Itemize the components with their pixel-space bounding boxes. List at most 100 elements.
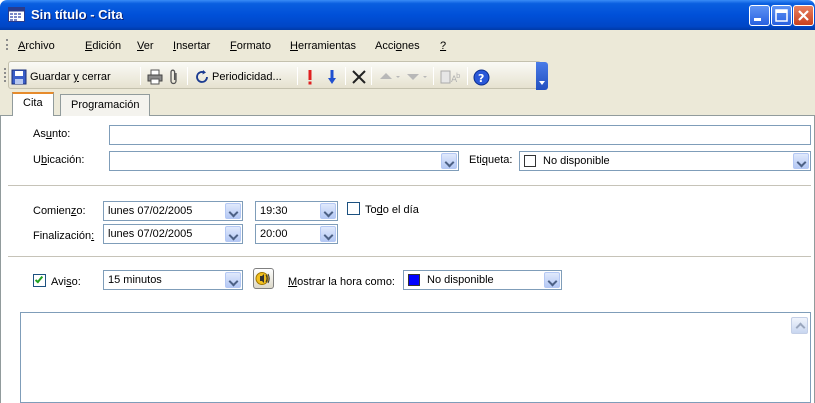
label-text: Finalización <box>33 230 92 242</box>
recurrence-post: ... <box>272 71 282 83</box>
toolbar-separator <box>433 67 434 85</box>
start-label: Comienzo: <box>33 205 86 217</box>
reminder-combo[interactable]: 15 minutos <box>103 270 243 290</box>
menu-label: nsertar <box>176 40 211 52</box>
end-date-dropdown-button[interactable] <box>225 226 241 242</box>
menu-edicion[interactable]: Edición <box>85 40 121 52</box>
label-text: ueta: <box>487 154 513 166</box>
menu-archivo[interactable]: Archivo <box>18 40 55 52</box>
recurrence-button[interactable]: Periodicidad... <box>194 67 282 87</box>
help-icon: ? <box>473 69 490 85</box>
label-value: No disponible <box>543 155 610 167</box>
scroll-up-button[interactable] <box>791 317 808 334</box>
menu-insertar[interactable]: Insertar <box>173 40 210 52</box>
label-field-label: Etiqueta: <box>469 154 512 166</box>
label-text: o: <box>71 276 81 288</box>
reminder-dropdown-button[interactable] <box>225 272 241 288</box>
print-button[interactable] <box>147 67 163 87</box>
save-close-button[interactable]: Guardar y cerrar <box>11 67 111 87</box>
minimize-icon <box>754 18 761 21</box>
close-button[interactable] <box>793 5 814 26</box>
label-text: U <box>33 154 41 166</box>
end-time-combo[interactable]: 20:00 <box>255 224 338 244</box>
recurrence-pre: Periodicidad <box>212 71 273 83</box>
show-time-as-dropdown-button[interactable] <box>544 272 560 288</box>
menubar-grip[interactable] <box>6 39 8 50</box>
label-text: Eti <box>469 154 482 166</box>
label-accel: : <box>91 230 95 242</box>
notes-textarea[interactable] <box>20 312 811 403</box>
menu-help[interactable]: ? <box>440 40 446 52</box>
reminder-sound-button[interactable] <box>253 268 274 289</box>
label-text: Comien <box>33 205 71 217</box>
toolbar-separator <box>371 67 372 85</box>
start-date-combo[interactable]: lunes 07/02/2005 <box>103 201 243 221</box>
toolbar-separator <box>140 67 141 85</box>
label-color-swatch <box>524 155 536 167</box>
end-time-dropdown-button[interactable] <box>320 226 336 242</box>
menu-herramientas[interactable]: Herramientas <box>290 40 356 52</box>
start-date-dropdown-button[interactable] <box>225 203 241 219</box>
recurrence-label: Periodicidad... <box>212 71 282 83</box>
show-time-as-combo[interactable]: No disponible <box>403 270 562 290</box>
toolbar-strip: Guardar y cerrar Periodicidad... A b ? <box>8 61 548 90</box>
delete-button[interactable] <box>352 67 366 87</box>
high-importance-button[interactable] <box>307 67 313 87</box>
menu-bar: Archivo Edición Ver Insertar Formato Her… <box>0 30 815 59</box>
menu-acciones[interactable]: Acciones <box>375 40 420 52</box>
label-dropdown-button[interactable] <box>793 153 809 169</box>
start-date-value: lunes 07/02/2005 <box>108 205 193 217</box>
minimize-button[interactable] <box>749 5 770 26</box>
save-close-post: cerrar <box>78 71 111 83</box>
divider <box>8 256 811 257</box>
start-time-dropdown-button[interactable] <box>320 203 336 219</box>
menu-label: rchivo <box>25 40 55 52</box>
end-date-combo[interactable]: lunes 07/02/2005 <box>103 224 243 244</box>
toolbar-options-chevron[interactable] <box>536 62 548 90</box>
toolbar-separator <box>467 67 468 85</box>
address-book-icon: Ab <box>440 70 461 85</box>
menu-formato[interactable]: Formato <box>230 40 271 52</box>
address-book-button[interactable]: Ab <box>440 67 462 87</box>
tab-programacion[interactable]: Programación <box>60 94 151 116</box>
tab-cita[interactable]: Cita <box>12 92 54 116</box>
label-text: Avi <box>51 276 67 288</box>
label-combo[interactable]: No disponible <box>519 151 811 171</box>
subject-input[interactable] <box>109 125 811 145</box>
print-icon <box>147 69 163 85</box>
show-time-as-label: Mostrar la hora como: <box>288 276 395 288</box>
speaker-icon <box>255 272 270 285</box>
toolbar-separator <box>297 67 298 85</box>
toolbar-grip[interactable] <box>4 68 6 82</box>
help-button[interactable]: ? <box>473 67 490 87</box>
menu-accel: H <box>290 40 298 52</box>
next-item-button[interactable] <box>405 67 429 87</box>
all-day-checkbox[interactable] <box>347 202 360 215</box>
location-dropdown-button[interactable] <box>441 153 457 169</box>
maximize-button[interactable] <box>771 5 792 26</box>
label-text: o el día <box>382 204 419 216</box>
delete-icon <box>352 70 366 84</box>
menu-label: ormato <box>236 40 271 52</box>
menu-label: Acci <box>375 40 396 52</box>
busy-color-swatch <box>408 274 420 286</box>
menu-ver[interactable]: Ver <box>137 40 154 52</box>
label-text: As <box>33 128 46 140</box>
toolbar-separator <box>187 67 188 85</box>
attach-button[interactable] <box>169 67 179 87</box>
low-importance-button[interactable] <box>327 67 337 87</box>
title-bar[interactable]: Sin título - Cita <box>0 0 815 30</box>
label-text: nto: <box>51 128 71 140</box>
all-day-label: Todo el día <box>365 204 419 216</box>
high-importance-icon <box>308 70 312 85</box>
menu-accel: ? <box>440 40 447 52</box>
previous-item-button[interactable] <box>378 67 402 87</box>
start-time-combo[interactable]: 19:30 <box>255 201 338 221</box>
maximize-icon <box>775 9 788 22</box>
end-date-value: lunes 07/02/2005 <box>108 228 193 240</box>
label-text: o: <box>76 205 86 217</box>
location-combo[interactable] <box>109 151 459 171</box>
close-icon <box>798 10 809 21</box>
reminder-checkbox[interactable] <box>33 274 46 287</box>
menu-accel: F <box>230 40 237 52</box>
